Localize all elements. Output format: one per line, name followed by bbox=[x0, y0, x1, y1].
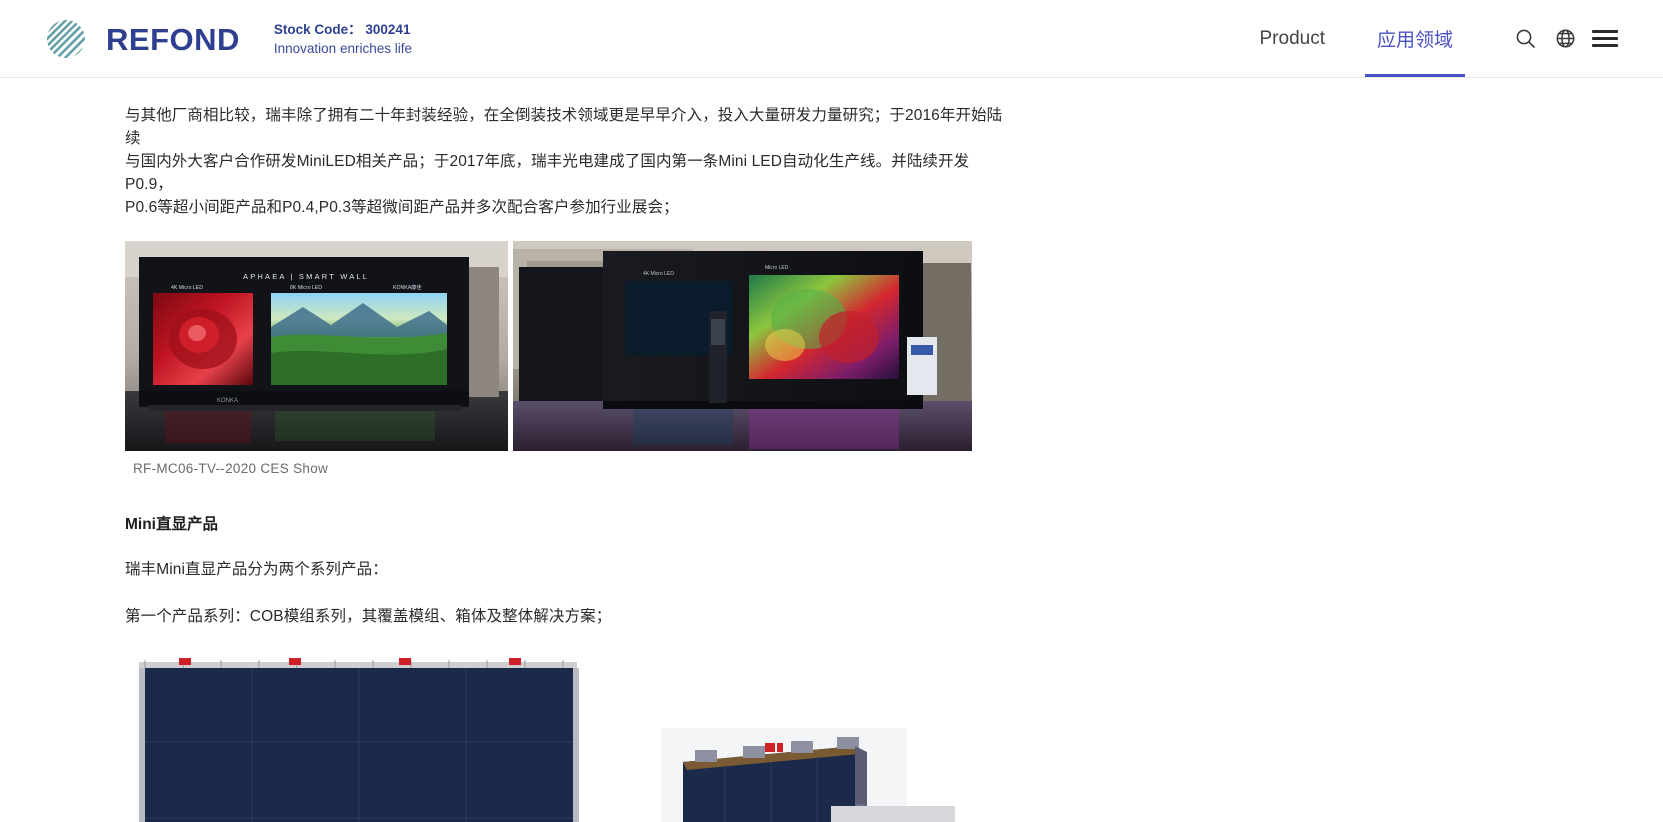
stock-code-label: Stock Code： 300241 bbox=[273, 22, 411, 38]
svg-text:8K Micro LED: 8K Micro LED bbox=[290, 285, 322, 291]
svg-text:KONKA: KONKA bbox=[217, 398, 238, 404]
nav-item-product[interactable]: Product bbox=[1234, 0, 1351, 77]
main-navigation: Product 应用领域 bbox=[1234, 0, 1626, 77]
site-header: REFOND Stock Code： 300241 Innovation enr… bbox=[0, 0, 1663, 78]
logo-wordmark: REFOND bbox=[106, 22, 240, 57]
hamburger-bars bbox=[1592, 30, 1618, 47]
svg-text:Micro LED: Micro LED bbox=[765, 265, 789, 271]
gallery-caption: RF-MC06-TV--2020 CES Show bbox=[133, 461, 329, 476]
search-icon[interactable] bbox=[1505, 19, 1545, 59]
svg-text:4K Micro LED: 4K Micro LED bbox=[171, 285, 203, 291]
svg-text:4K Micro LED: 4K Micro LED bbox=[643, 271, 674, 277]
series-intro-text: 瑞丰Mini直显产品分为两个系列产品： bbox=[125, 561, 388, 578]
ces-booth-photo-right[interactable]: 4K Micro LED Micro LED bbox=[513, 241, 972, 451]
intro-line-1: 与其他厂商相比较，瑞丰除了拥有二十年封装经验，在全倒装技术领域更是早早介入，投入… bbox=[125, 107, 1003, 147]
booth-photo-right-graphic: 4K Micro LED Micro LED bbox=[513, 241, 972, 451]
svg-text:KONKA康佳: KONKA康佳 bbox=[393, 283, 422, 291]
brand-logo[interactable]: REFOND bbox=[40, 19, 240, 59]
nav-item-applications[interactable]: 应用领域 bbox=[1351, 0, 1479, 77]
series-first-text: 第一个产品系列：COB模组系列，其覆盖模组、箱体及整体解决方案； bbox=[125, 608, 612, 625]
intro-line-3: P0.6等超小间距产品和P0.4,P0.3等超微间距产品并多次配合客户参加行业展… bbox=[125, 199, 679, 216]
page-content: 与其他厂商相比较，瑞丰除了拥有二十年封装经验，在全倒装技术领域更是早早介入，投入… bbox=[0, 78, 1663, 822]
booth-photo-left-graphic: APHAEA | SMART WALL 4K Micro LED 8K Micr… bbox=[125, 241, 509, 451]
intro-line-2: 与国内外大客户合作研发MiniLED相关产品；于2017年底，瑞丰光电建成了国内… bbox=[125, 153, 970, 193]
cob-module-cabinet-diagram[interactable] bbox=[125, 654, 955, 822]
globe-icon[interactable] bbox=[1545, 19, 1585, 59]
ces-show-gallery: APHAEA | SMART WALL 4K Micro LED 8K Micr… bbox=[125, 241, 972, 451]
svg-text:APHAEA | SMART WALL: APHAEA | SMART WALL bbox=[243, 272, 369, 281]
cob-diagram-graphic bbox=[139, 658, 955, 822]
ces-booth-photo-left[interactable]: APHAEA | SMART WALL 4K Micro LED 8K Micr… bbox=[125, 241, 509, 451]
panel-front-view bbox=[139, 658, 579, 822]
section-title-mini-display: Mini直显产品 bbox=[125, 516, 218, 533]
sphere-stripes-logo-icon bbox=[47, 19, 85, 58]
hamburger-menu-icon[interactable] bbox=[1585, 19, 1625, 59]
module-closeup-view bbox=[831, 806, 955, 822]
brand-tagline: Innovation enriches life bbox=[273, 40, 412, 56]
stock-info: Stock Code： 300241 Innovation enriches l… bbox=[274, 19, 412, 57]
header-icon-group bbox=[1505, 19, 1625, 59]
